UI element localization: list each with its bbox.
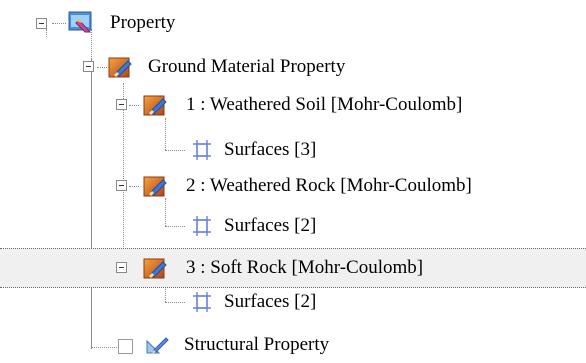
surface-grid-icon bbox=[193, 140, 211, 160]
tree-node-label: Structural Property bbox=[184, 334, 330, 355]
collapse-toggle[interactable] bbox=[116, 262, 127, 273]
tree-connector bbox=[165, 198, 166, 226]
tree-node-label: 1 : Weathered Soil [Mohr-Coulomb] bbox=[186, 94, 463, 115]
tree-connector bbox=[46, 29, 47, 37]
collapse-toggle[interactable] bbox=[116, 180, 127, 191]
ground-material-icon bbox=[143, 258, 167, 279]
structural-property-checkbox[interactable] bbox=[118, 339, 133, 354]
tree-node-label: 2 : Weathered Rock [Mohr-Coulomb] bbox=[186, 175, 472, 196]
tree-connector bbox=[165, 118, 166, 150]
collapse-toggle[interactable] bbox=[36, 18, 47, 29]
tree-connector bbox=[129, 105, 139, 106]
tree-node-label: Ground Material Property bbox=[148, 56, 346, 77]
property-icon bbox=[68, 11, 92, 33]
surface-grid-icon bbox=[193, 292, 211, 312]
ground-material-icon bbox=[108, 57, 132, 78]
tree-node-label: 3 : Soft Rock [Mohr-Coulomb] bbox=[186, 257, 424, 278]
tree-connector bbox=[52, 23, 66, 24]
tree-node-label: Property bbox=[110, 12, 176, 33]
surface-grid-icon bbox=[193, 216, 211, 236]
structural-property-icon bbox=[146, 337, 169, 354]
tree-connector bbox=[165, 150, 185, 151]
tree-connector bbox=[165, 302, 185, 303]
tree-connector bbox=[129, 186, 139, 187]
tree-connector bbox=[97, 67, 107, 68]
collapse-toggle[interactable] bbox=[83, 61, 94, 72]
tree-connector bbox=[123, 83, 124, 273]
collapse-toggle[interactable] bbox=[116, 99, 127, 110]
tree-connector bbox=[165, 226, 185, 227]
tree-connector bbox=[91, 347, 117, 348]
tree-connector bbox=[91, 58, 92, 348]
tree-node-label: Surfaces [3] bbox=[224, 139, 317, 160]
tree-node-label: Surfaces [2] bbox=[224, 215, 317, 236]
ground-material-icon bbox=[143, 176, 167, 197]
ground-material-icon bbox=[143, 95, 167, 116]
tree-node-label: Surfaces [2] bbox=[224, 291, 317, 312]
